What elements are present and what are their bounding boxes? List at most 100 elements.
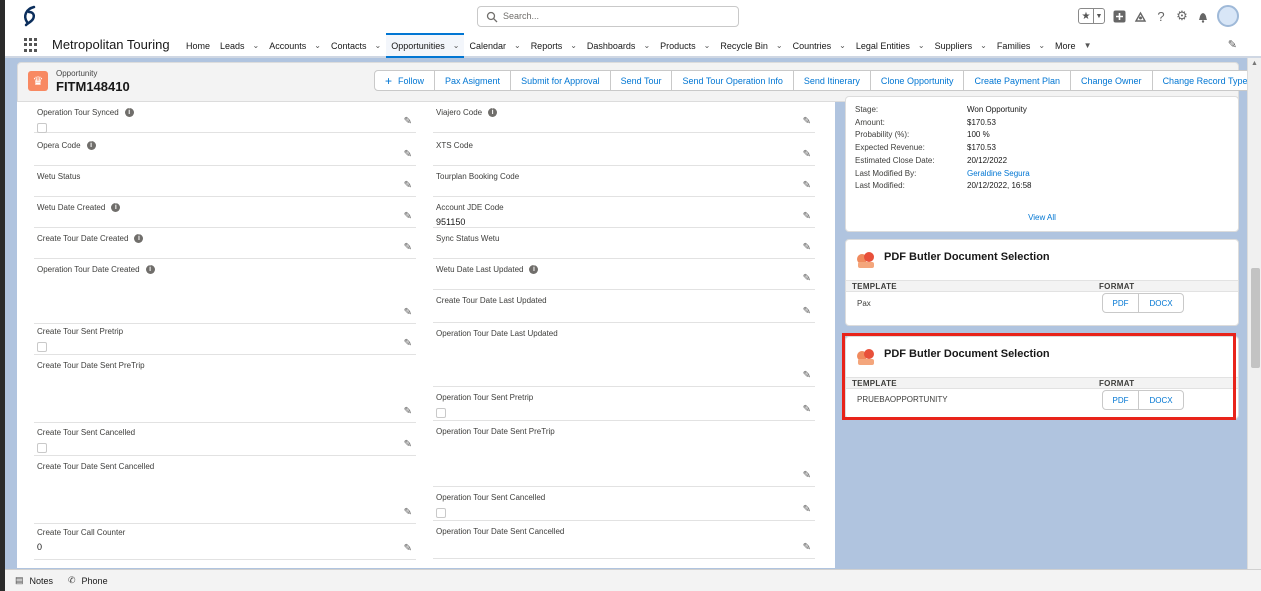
page-scrollbar[interactable]: ▲ ▼ xyxy=(1247,58,1261,590)
nav-tab-leads[interactable]: Leads ⌄ xyxy=(215,33,264,58)
app-launcher-icon[interactable] xyxy=(24,38,38,52)
clone-opportunity-button[interactable]: Clone Opportunity xyxy=(869,70,965,91)
nav-tab-suppliers[interactable]: Suppliers ⌄ xyxy=(930,33,992,58)
field-label-text: Create Tour Sent Cancelled xyxy=(37,428,136,437)
chevron-down-icon[interactable]: ▼ xyxy=(1084,41,1092,50)
edit-pencil-icon[interactable]: ✎ xyxy=(404,338,412,349)
notifications-bell-icon[interactable] xyxy=(1196,9,1210,23)
chevron-down-icon[interactable]: ⌄ xyxy=(253,41,260,50)
info-icon[interactable]: i xyxy=(86,141,96,150)
chevron-down-icon[interactable]: ⌄ xyxy=(514,41,521,50)
chevron-down-icon[interactable]: ⌄ xyxy=(918,41,925,50)
nav-tab-products[interactable]: Products ⌄ xyxy=(655,33,715,58)
edit-pencil-icon[interactable]: ✎ xyxy=(803,273,811,284)
info-icon[interactable]: i xyxy=(134,234,144,243)
field-checkbox[interactable] xyxy=(436,508,446,518)
edit-pencil-icon[interactable]: ✎ xyxy=(803,211,811,222)
info-icon[interactable]: i xyxy=(529,265,539,274)
pax-asigment-button[interactable]: Pax Asigment xyxy=(434,70,512,91)
edit-pencil-icon[interactable]: ✎ xyxy=(803,180,811,191)
send-itinerary-button[interactable]: Send Itinerary xyxy=(792,70,871,91)
chevron-down-icon[interactable]: ⌄ xyxy=(314,41,321,50)
pdf-format-button[interactable]: PDF xyxy=(1102,293,1139,313)
edit-pencil-icon[interactable]: ✎ xyxy=(404,406,412,417)
send-tour-operation-info-button[interactable]: Send Tour Operation Info xyxy=(671,70,794,91)
change-record-type-button[interactable]: Change Record Type xyxy=(1151,70,1259,91)
info-icon[interactable]: i xyxy=(145,265,155,274)
star-icon[interactable]: ★ xyxy=(1079,9,1093,23)
edit-pencil-icon[interactable]: ✎ xyxy=(404,439,412,450)
submit-for-approval-button[interactable]: Submit for Approval xyxy=(510,70,611,91)
info-icon[interactable]: i xyxy=(124,108,134,117)
help-icon[interactable]: ? xyxy=(1154,9,1168,24)
global-actions-icon[interactable] xyxy=(1112,9,1126,23)
edit-nav-pencil-icon[interactable]: ✎ xyxy=(1228,38,1237,51)
edit-pencil-icon[interactable]: ✎ xyxy=(404,149,412,160)
nav-tab-more[interactable]: More ▼ xyxy=(1050,33,1096,58)
nav-tab-reports[interactable]: Reports ⌄ xyxy=(526,33,582,58)
field-label: Operation Tour Synced i xyxy=(37,108,134,117)
docx-format-button[interactable]: DOCX xyxy=(1138,293,1184,313)
chevron-down-icon[interactable]: ⌄ xyxy=(1038,41,1045,50)
edit-pencil-icon[interactable]: ✎ xyxy=(803,504,811,515)
nav-tab-opportunities[interactable]: Opportunities ⌄ xyxy=(386,33,465,58)
nav-tab-countries[interactable]: Countries ⌄ xyxy=(788,33,851,58)
edit-pencil-icon[interactable]: ✎ xyxy=(404,507,412,518)
edit-pencil-icon[interactable]: ✎ xyxy=(803,242,811,253)
scroll-thumb[interactable] xyxy=(1251,268,1260,368)
phone-utility[interactable]: ✆ Phone xyxy=(68,575,108,586)
edit-pencil-icon[interactable]: ✎ xyxy=(803,542,811,553)
nav-tab-families[interactable]: Families ⌄ xyxy=(992,33,1050,58)
follow-button[interactable]: + Follow xyxy=(374,70,436,91)
edit-pencil-icon[interactable]: ✎ xyxy=(404,307,412,318)
field-wetu-date-last-updated: Wetu Date Last Updated i ✎ xyxy=(433,259,815,290)
edit-pencil-icon[interactable]: ✎ xyxy=(803,116,811,127)
nav-tab-home[interactable]: Home xyxy=(181,33,215,58)
chevron-down-icon[interactable]: ⌄ xyxy=(704,41,711,50)
create-payment-plan-button[interactable]: Create Payment Plan xyxy=(963,70,1072,91)
nav-tab-dashboards[interactable]: Dashboards ⌄ xyxy=(582,33,655,58)
field-checkbox[interactable] xyxy=(436,408,446,418)
info-icon[interactable]: i xyxy=(111,203,121,212)
field-checkbox[interactable] xyxy=(37,443,47,453)
nav-tab-calendar[interactable]: Calendar ⌄ xyxy=(464,33,525,58)
edit-pencil-icon[interactable]: ✎ xyxy=(803,149,811,160)
chevron-down-icon[interactable]: ⌄ xyxy=(375,41,382,50)
info-icon[interactable]: i xyxy=(488,108,498,117)
send-tour-button[interactable]: Send Tour xyxy=(609,70,673,91)
edit-pencil-icon[interactable]: ✎ xyxy=(404,180,412,191)
chevron-down-icon[interactable]: ⌄ xyxy=(570,41,577,50)
edit-pencil-icon[interactable]: ✎ xyxy=(803,404,811,415)
edit-pencil-icon[interactable]: ✎ xyxy=(803,470,811,481)
nav-tab-legal-entities[interactable]: Legal Entities ⌄ xyxy=(851,33,930,58)
chevron-down-icon[interactable]: ⌄ xyxy=(980,41,987,50)
edit-pencil-icon[interactable]: ✎ xyxy=(803,370,811,381)
view-all-link[interactable]: View All xyxy=(846,213,1238,222)
detail-value-link[interactable]: Geraldine Segura xyxy=(967,169,1030,178)
edit-pencil-icon[interactable]: ✎ xyxy=(404,116,412,127)
trailhead-icon[interactable] xyxy=(1133,9,1147,23)
user-avatar[interactable] xyxy=(1217,5,1239,27)
action-label: Pax Asigment xyxy=(445,75,501,86)
edit-pencil-icon[interactable]: ✎ xyxy=(803,306,811,317)
notes-utility[interactable]: ▤ Notes xyxy=(15,575,53,586)
chevron-down-icon[interactable]: ⌄ xyxy=(839,41,846,50)
app-logo-icon[interactable] xyxy=(20,4,42,28)
scroll-up-arrow-icon[interactable]: ▲ xyxy=(1251,60,1258,67)
edit-pencil-icon[interactable]: ✎ xyxy=(404,211,412,222)
global-search-input[interactable]: Search... xyxy=(477,6,739,27)
field-checkbox[interactable] xyxy=(37,123,47,133)
edit-pencil-icon[interactable]: ✎ xyxy=(404,543,412,554)
chevron-down-icon[interactable]: ▼ xyxy=(1093,9,1104,23)
nav-tab-accounts[interactable]: Accounts ⌄ xyxy=(264,33,326,58)
chevron-down-icon[interactable]: ⌄ xyxy=(453,41,460,50)
edit-pencil-icon[interactable]: ✎ xyxy=(404,242,412,253)
change-owner-button[interactable]: Change Owner xyxy=(1070,70,1153,91)
nav-tab-recycle-bin[interactable]: Recycle Bin ⌄ xyxy=(715,33,787,58)
chevron-down-icon[interactable]: ⌄ xyxy=(643,41,650,50)
nav-tab-contacts[interactable]: Contacts ⌄ xyxy=(326,33,386,58)
chevron-down-icon[interactable]: ⌄ xyxy=(776,41,783,50)
favorites-button[interactable]: ★ ▼ xyxy=(1078,8,1105,24)
field-checkbox[interactable] xyxy=(37,342,47,352)
setup-gear-icon[interactable]: ⚙ xyxy=(1175,8,1189,23)
